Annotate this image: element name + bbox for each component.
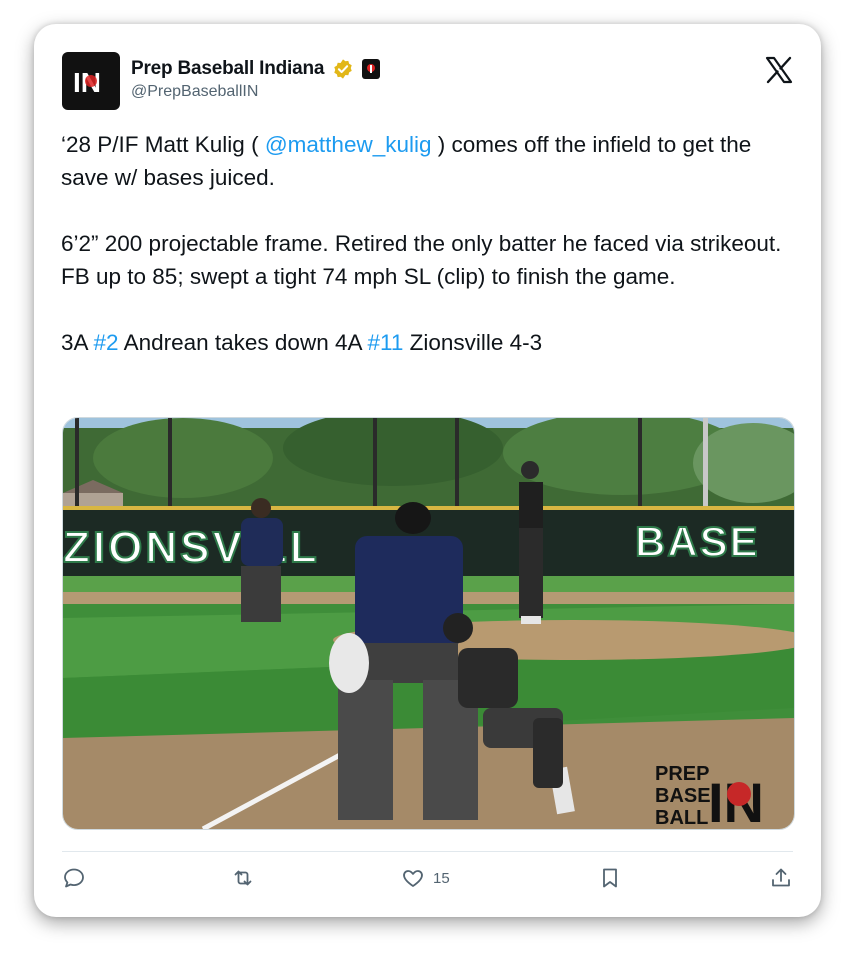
handle[interactable]: @PrepBaseballIN — [131, 83, 258, 101]
tweet-card: IN Prep Baseball Indiana @PrepBaseballIN… — [34, 24, 821, 917]
like-count: 15 — [433, 869, 450, 887]
like-button[interactable]: 15 — [401, 866, 450, 890]
mention-link[interactable]: @matthew_kulig — [265, 132, 432, 157]
tweet-media-image[interactable]: ZIONSVILL BASE PREP BASE BALL — [62, 417, 795, 830]
like-icon — [403, 870, 423, 887]
bookmark-icon — [603, 868, 617, 888]
bookmark-button[interactable] — [598, 866, 622, 890]
svg-text:BASE: BASE — [655, 785, 711, 807]
avatar[interactable]: IN — [62, 52, 120, 110]
share-icon — [772, 868, 790, 887]
retweet-button[interactable] — [231, 866, 255, 890]
reply-icon — [64, 868, 84, 888]
avatar-logo-icon: IN — [73, 67, 101, 98]
hashtag-link-1[interactable]: #2 — [94, 330, 119, 355]
retweet-icon — [234, 870, 252, 886]
divider — [62, 851, 793, 852]
svg-text:BALL: BALL — [655, 807, 708, 829]
hashtag-link-2[interactable]: #11 — [368, 330, 404, 355]
affiliate-badge-icon[interactable] — [362, 59, 381, 79]
watermark-logo: PREP BASE BALL IN — [655, 763, 764, 829]
wall-text-right: BASE — [635, 518, 760, 565]
name-row: Prep Baseball Indiana — [131, 58, 381, 80]
tweet-paragraph-3: 3A #2 Andrean takes down 4A #11 Zionsvil… — [61, 330, 543, 355]
tweet-paragraph-1: ‘28 P/IF Matt Kulig ( @matthew_kulig ) c… — [61, 132, 752, 190]
reply-button[interactable] — [62, 866, 86, 890]
verified-badge-icon — [334, 59, 352, 79]
tweet-paragraph-2: 6’2” 200 projectable frame. Retired the … — [61, 231, 782, 289]
x-logo-icon[interactable] — [765, 56, 793, 84]
share-button[interactable] — [769, 866, 793, 890]
display-name[interactable]: Prep Baseball Indiana — [131, 58, 324, 80]
svg-text:PREP: PREP — [655, 763, 709, 785]
tweet-text: ‘28 P/IF Matt Kulig ( @matthew_kulig ) c… — [61, 128, 796, 359]
action-bar: 15 — [34, 866, 821, 896]
